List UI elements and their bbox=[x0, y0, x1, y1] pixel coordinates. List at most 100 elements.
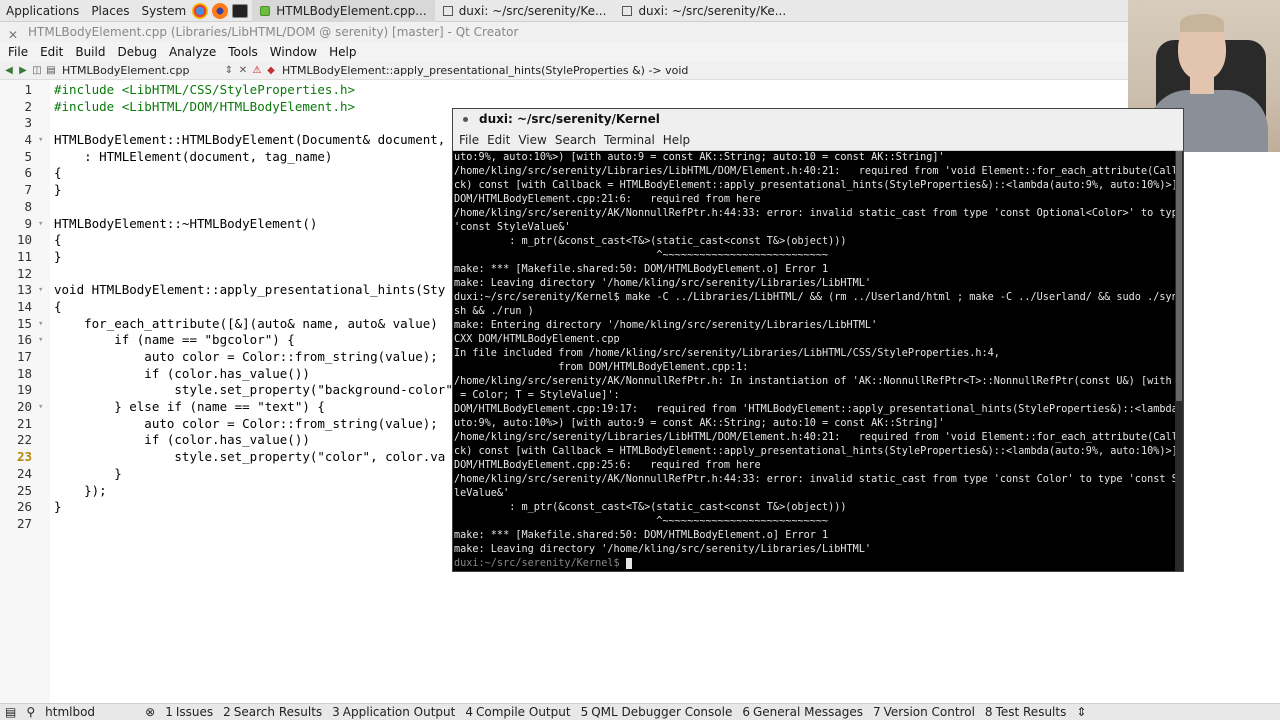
code-text: #include <LibHTML/CSS/StyleProperties.h> bbox=[54, 82, 356, 97]
taskbar-item-label: duxi: ~/src/serenity/Ke... bbox=[458, 3, 607, 18]
output-pane-tab[interactable]: 1 Issues bbox=[160, 705, 218, 719]
sidebar-toggle-icon[interactable]: ▤ bbox=[0, 705, 21, 719]
output-panes-menu-icon[interactable]: ⇕ bbox=[1071, 705, 1091, 719]
code-text: } else if (name == "text") { bbox=[54, 399, 325, 415]
line-number: 20 bbox=[16, 399, 32, 415]
terminal-scrollbar[interactable] bbox=[1175, 151, 1183, 571]
output-pane-tab[interactable]: 5 QML Debugger Console bbox=[576, 705, 738, 719]
line-number: 15 bbox=[16, 315, 32, 331]
line-number: 21 bbox=[16, 415, 32, 431]
terminal-prompt-line: duxi:~/src/serenity/Kernel$ bbox=[454, 557, 1177, 571]
taskbar-item-label: duxi: ~/src/serenity/Ke... bbox=[638, 3, 787, 18]
terminal-scrollbar-thumb[interactable] bbox=[1176, 151, 1182, 401]
line-number: 9 bbox=[24, 215, 32, 231]
output-pane-tab[interactable]: 2 Search Results bbox=[218, 705, 327, 719]
terminal-output[interactable]: uto:9%, auto:10%>) [with auto:9 = const … bbox=[453, 151, 1177, 571]
terminal-line: 'const StyleValue&' bbox=[454, 222, 571, 233]
terminal-menu-view[interactable]: View bbox=[514, 133, 550, 147]
terminal-line: CXX DOM/HTMLBodyElement.cpp bbox=[454, 334, 620, 345]
output-pane-tab-number: 8 bbox=[984, 705, 993, 719]
open-file-selector[interactable]: HTMLBodyElement.cpp bbox=[62, 64, 222, 77]
fold-marker-icon[interactable]: ▾ bbox=[38, 282, 43, 299]
line-number: 12 bbox=[16, 265, 32, 281]
code-line[interactable]: 1 #include <LibHTML/CSS/StyleProperties.h… bbox=[0, 82, 1280, 99]
terminal-menu-file[interactable]: File bbox=[455, 133, 483, 147]
code-text: style.set_property("color", color.va bbox=[54, 449, 446, 465]
output-pane-tab[interactable]: 6 General Messages bbox=[737, 705, 868, 719]
terminal-cursor bbox=[625, 557, 632, 569]
code-text: { bbox=[54, 232, 62, 248]
terminal-line: uto:9%, auto:10%>) [with auto:9 = const … bbox=[454, 418, 945, 429]
terminal-line: : m_ptr(&const_cast<T&>(static_cast<cons… bbox=[454, 236, 847, 247]
menu-edit[interactable]: Edit bbox=[34, 45, 69, 59]
window-menu-icon[interactable] bbox=[463, 117, 468, 122]
symbol-icon: ◆ bbox=[267, 65, 275, 76]
line-number: 2 bbox=[24, 98, 32, 114]
terminal-line: make: *** [Makefile.shared:50: DOM/HTMLB… bbox=[454, 530, 829, 541]
line-number: 19 bbox=[16, 382, 32, 398]
menu-analyze[interactable]: Analyze bbox=[163, 45, 222, 59]
menu-build[interactable]: Build bbox=[69, 45, 111, 59]
terminal-line: duxi:~/src/serenity/Kernel$ make -C ../L… bbox=[454, 292, 1177, 303]
terminal-menu-search[interactable]: Search bbox=[551, 133, 600, 147]
menu-debug[interactable]: Debug bbox=[111, 45, 162, 59]
output-pane-tab[interactable]: 7 Version Control bbox=[868, 705, 980, 719]
output-pane-tab[interactable]: 4 Compile Output bbox=[460, 705, 575, 719]
terminal-menu-help[interactable]: Help bbox=[659, 133, 694, 147]
fold-marker-icon[interactable]: ▾ bbox=[38, 132, 43, 149]
output-pane-tab[interactable]: 3 Application Output bbox=[327, 705, 460, 719]
code-text: auto color = Color::from_string(value); bbox=[54, 415, 438, 431]
firefox-launcher-icon[interactable] bbox=[212, 2, 229, 19]
fold-marker-icon[interactable]: ▾ bbox=[38, 216, 43, 233]
output-pane-tab[interactable]: 8 Test Results bbox=[980, 705, 1071, 719]
terminal-launcher-icon[interactable] bbox=[232, 3, 249, 18]
forward-arrow-icon[interactable]: ▶ bbox=[16, 65, 30, 76]
back-arrow-icon[interactable]: ◀ bbox=[2, 65, 16, 76]
output-pane-tab-label: General Messages bbox=[753, 705, 863, 719]
locator-clear-icon[interactable]: ⊗ bbox=[140, 705, 160, 719]
terminal-line: In file included from /home/kling/src/se… bbox=[454, 348, 1000, 359]
person-hair-shape bbox=[1180, 14, 1224, 32]
output-pane-tab-label: Search Results bbox=[233, 705, 323, 719]
symbol-selector[interactable]: HTMLBodyElement::apply_presentational_hi… bbox=[282, 64, 688, 77]
fold-marker-icon[interactable]: ▾ bbox=[38, 316, 43, 333]
terminal-menu-edit[interactable]: Edit bbox=[483, 133, 514, 147]
desktop-top-panel: Applications Places System HTMLBodyEleme… bbox=[0, 0, 1280, 22]
menu-file[interactable]: File bbox=[2, 45, 34, 59]
dropdown-arrows-icon[interactable]: ⇕ bbox=[222, 65, 236, 76]
code-text: if (color.has_value()) bbox=[54, 365, 310, 381]
close-document-icon[interactable]: ✕ bbox=[236, 65, 250, 76]
lock-icon: ◫ bbox=[32, 65, 42, 76]
panel-menu-system[interactable]: System bbox=[135, 4, 192, 18]
panel-menu-applications[interactable]: Applications bbox=[0, 4, 85, 18]
locator-input[interactable]: htmlbod bbox=[40, 705, 140, 719]
terminal-lines: uto:9%, auto:10%>) [with auto:9 = const … bbox=[454, 151, 1177, 557]
menu-help[interactable]: Help bbox=[323, 45, 362, 59]
taskbar-item-terminal-2[interactable]: duxi: ~/src/serenity/Ke... bbox=[614, 0, 794, 22]
line-number: 6 bbox=[24, 165, 32, 181]
terminal-line: /home/kling/src/serenity/AK/NonnullRefPt… bbox=[454, 474, 1177, 485]
panel-menu-places[interactable]: Places bbox=[85, 4, 135, 18]
code-text: if (name == "bgcolor") { bbox=[54, 332, 295, 348]
terminal-window[interactable]: duxi: ~/src/serenity/Kernel File Edit Vi… bbox=[452, 108, 1184, 572]
menu-tools[interactable]: Tools bbox=[222, 45, 264, 59]
taskbar-item-terminal-1[interactable]: duxi: ~/src/serenity/Ke... bbox=[435, 0, 615, 22]
line-number: 14 bbox=[16, 298, 32, 314]
line-number: 13 bbox=[16, 282, 32, 298]
output-pane-tab-label: Test Results bbox=[995, 705, 1067, 719]
terminal-line: make: Entering directory '/home/kling/sr… bbox=[454, 320, 878, 331]
line-number: 4 bbox=[24, 132, 32, 148]
terminal-title-bar[interactable]: duxi: ~/src/serenity/Kernel bbox=[453, 109, 1183, 130]
fold-marker-icon[interactable]: ▾ bbox=[38, 399, 43, 416]
taskbar-item-qtcreator[interactable]: HTMLBodyElement.cpp... bbox=[252, 0, 435, 22]
output-pane-tab-label: Version Control bbox=[883, 705, 975, 719]
code-text: }); bbox=[54, 482, 107, 498]
chrome-launcher-icon[interactable] bbox=[192, 2, 209, 19]
terminal-title: duxi: ~/src/serenity/Kernel bbox=[479, 112, 660, 126]
terminal-line: /home/kling/src/serenity/AK/NonnullRefPt… bbox=[454, 208, 1177, 219]
menu-window[interactable]: Window bbox=[264, 45, 323, 59]
fold-marker-icon[interactable]: ▾ bbox=[38, 332, 43, 349]
code-text: } bbox=[54, 465, 122, 481]
terminal-line: DOM/HTMLBodyElement.cpp:19:17: required … bbox=[454, 404, 1177, 415]
terminal-menu-terminal[interactable]: Terminal bbox=[600, 133, 659, 147]
